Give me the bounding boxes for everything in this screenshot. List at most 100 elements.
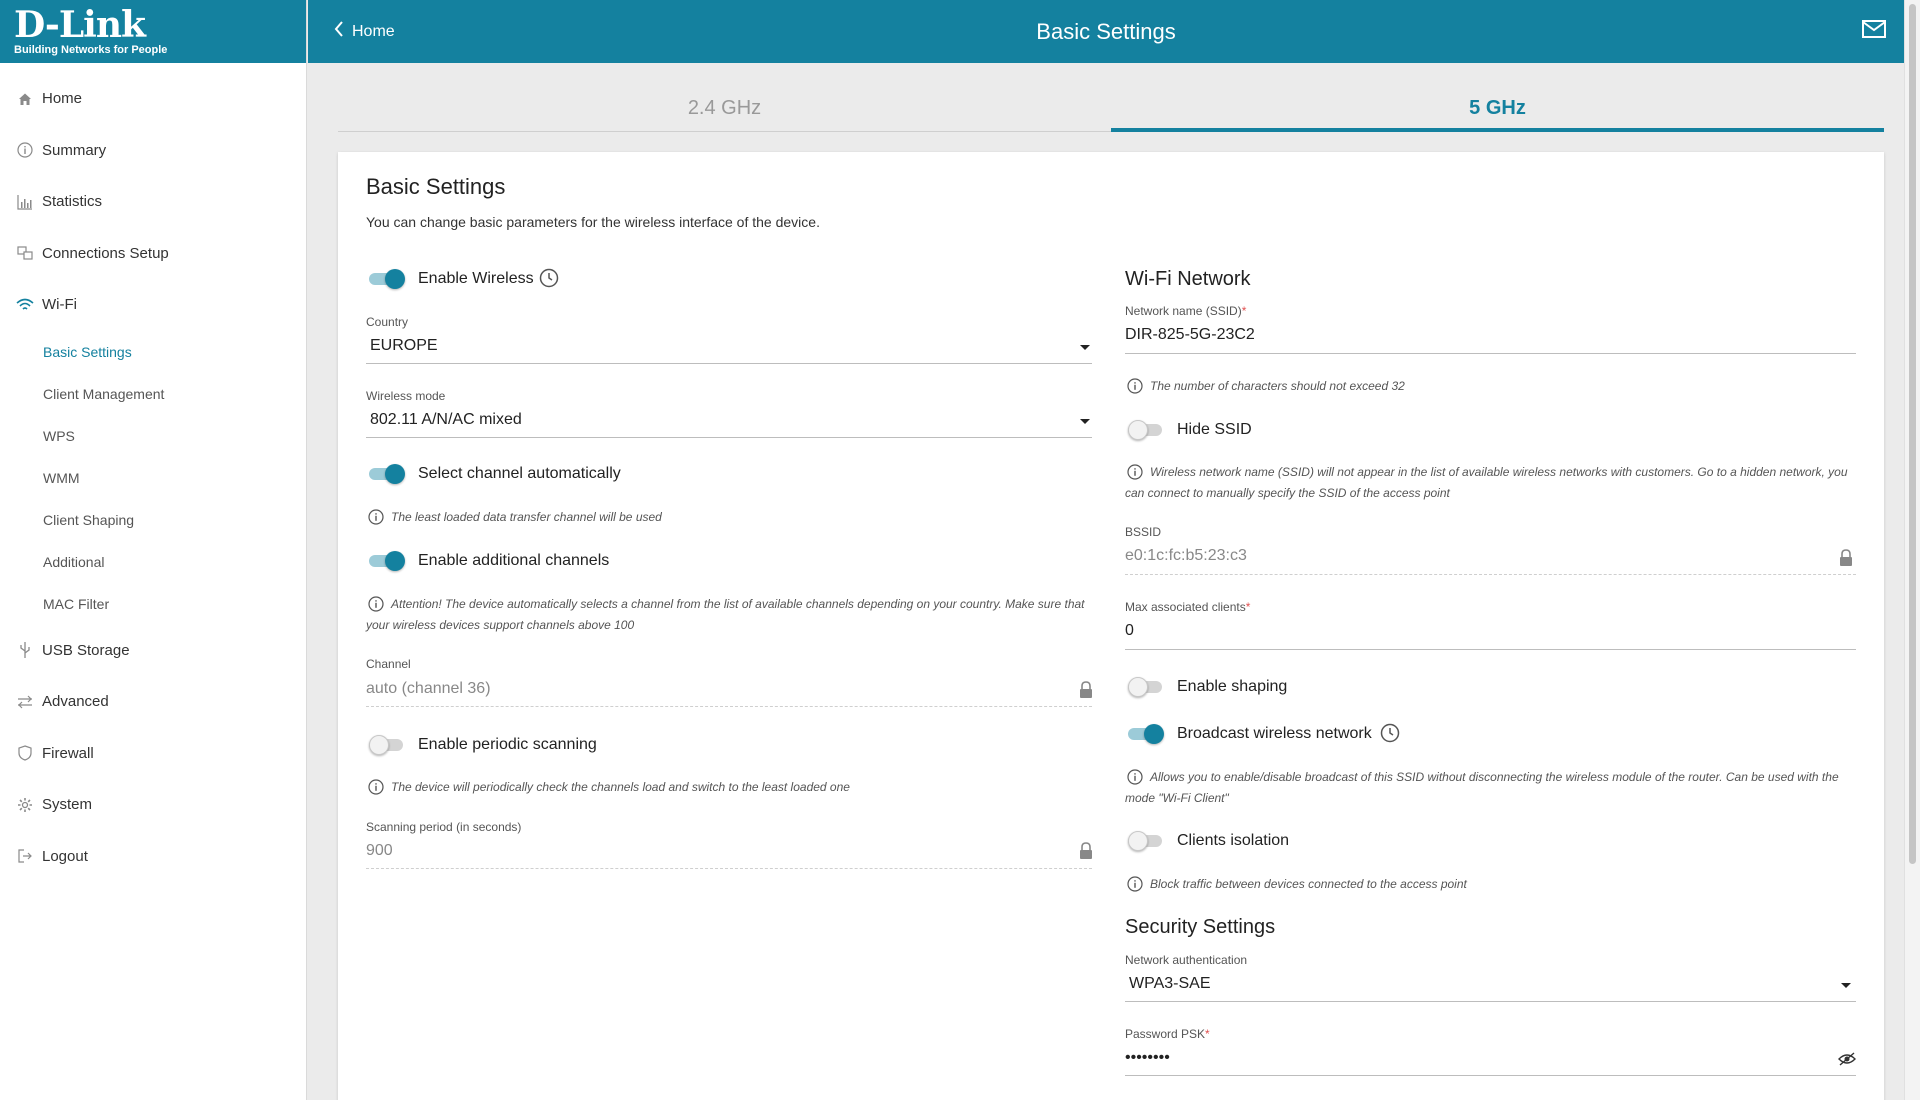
channel-underline [366,706,1092,707]
additional-channels-label: Enable additional channels [418,552,610,569]
info-icon [1127,876,1143,892]
required-mark: * [1205,1027,1210,1041]
toggle-knob [1128,677,1148,697]
auth-underline [1125,1001,1856,1002]
additional-channels-hint-line2: your wireless devices support channels a… [366,618,635,632]
bssid-underline [1125,574,1856,575]
info-icon [1127,378,1143,394]
bssid-field: e0:1c:fc:b5:23:c3 [1125,547,1247,564]
ssid-underline [1125,353,1856,354]
dlink-logo[interactable]: D-Link Building Networks for People [0,0,306,63]
wifi-network-title: Wi-Fi Network [1125,268,1251,290]
bssid-label: BSSID [1125,525,1162,539]
chevron-down-icon[interactable] [1841,983,1851,988]
logo-text: D-Link [14,4,146,46]
required-mark: * [1245,600,1251,614]
psk-input[interactable]: •••••••• [1125,1049,1170,1067]
chevron-down-icon[interactable] [1080,419,1090,424]
max-clients-input[interactable]: 0 [1125,622,1134,640]
card-description: You can change basic parameters for the … [366,214,820,230]
psk-underline [1125,1075,1856,1076]
sidebar-item-label: USB Storage [42,641,130,659]
enable-shaping-toggle[interactable] [1128,677,1164,697]
auto-channel-toggle[interactable] [369,464,405,484]
ssid-input[interactable]: DIR-825-5G-23C2 [1125,326,1255,344]
tab-5ghz[interactable]: 5 GHz [1111,86,1884,132]
info-icon [368,596,384,612]
channel-label: Channel [366,657,411,671]
chevron-down-icon[interactable] [1080,345,1090,350]
sidebar-sub-wps[interactable]: WPS [0,415,306,457]
broadcast-toggle[interactable] [1128,724,1164,744]
lock-icon [1838,549,1854,567]
sidebar-sub-client-shaping[interactable]: Client Shaping [0,499,306,541]
toggle-knob [385,269,405,289]
info-icon [368,509,384,525]
scanning-period-label: Scanning period (in seconds) [366,820,522,834]
page-scrollbar[interactable] [1904,0,1920,1100]
lock-icon [1078,842,1094,860]
sidebar-item-connections-setup[interactable]: Connections Setup [0,228,306,280]
periodic-scanning-hint: The device will periodically check the c… [391,780,850,794]
mail-icon[interactable] [1862,20,1886,43]
auto-channel-label: Select channel automatically [418,465,621,482]
broadcast-hint-line1: Allows you to enable/disable broadcast o… [1150,770,1839,784]
sidebar-item-system[interactable]: System [0,779,306,831]
ssid-label-text: Network name (SSID) [1125,304,1242,318]
max-clients-underline [1125,649,1856,650]
toggle-knob [369,735,389,755]
country-label: Country [366,315,409,329]
home-icon [16,90,34,108]
logo-tagline: Building Networks for People [14,44,168,56]
sidebar-sub-basic-settings[interactable]: Basic Settings [0,331,306,373]
sidebar-nav: Home Summary Statistics Connections Setu… [0,73,306,882]
sidebar-item-label: Logout [42,847,88,865]
lock-icon [1078,681,1094,699]
toggle-knob [385,464,405,484]
auth-select[interactable]: WPA3-SAE [1129,975,1211,993]
clock-icon[interactable] [1380,723,1400,743]
sidebar-sub-additional[interactable]: Additional [0,541,306,583]
sidebar-item-usb-storage[interactable]: USB Storage [0,625,306,677]
sidebar-item-logout[interactable]: Logout [0,831,306,883]
hide-ssid-toggle[interactable] [1128,420,1164,440]
sidebar-item-advanced[interactable]: Advanced [0,676,306,728]
max-clients-label: Max associated clients* [1125,600,1250,614]
toggle-knob [1128,420,1148,440]
sidebar-item-statistics[interactable]: Statistics [0,176,306,228]
country-select[interactable]: EUROPE [370,337,438,355]
enable-wireless-toggle[interactable] [369,269,405,289]
wireless-mode-underline [366,437,1092,438]
page-title: Basic Settings [1036,19,1176,44]
toggle-knob [1144,724,1164,744]
eye-off-icon[interactable] [1838,1052,1856,1071]
country-underline [366,363,1092,364]
info-icon [16,141,34,159]
clock-icon[interactable] [539,268,559,288]
ssid-label: Network name (SSID)* [1125,304,1246,318]
additional-channels-hint-line1: Attention! The device automatically sele… [391,597,1085,611]
sidebar-sub-mac-filter[interactable]: MAC Filter [0,583,306,625]
sidebar-sub-client-management[interactable]: Client Management [0,373,306,415]
clients-isolation-toggle[interactable] [1128,831,1164,851]
sidebar-item-home[interactable]: Home [0,73,306,125]
clients-isolation-hint: Block traffic between devices connected … [1150,877,1467,891]
sidebar-item-wifi[interactable]: Wi-Fi [0,279,306,331]
scrollbar-thumb[interactable] [1909,4,1916,864]
card-title: Basic Settings [366,174,506,199]
clients-isolation-label: Clients isolation [1177,832,1290,849]
sidebar-item-label: Statistics [42,193,103,211]
ssid-hint: The number of characters should not exce… [1150,379,1405,393]
broadcast-label: Broadcast wireless network [1177,725,1372,742]
usb-icon [16,641,34,659]
tab-2-4ghz[interactable]: 2.4 GHz [338,86,1111,132]
sidebar-sub-wmm[interactable]: WMM [0,457,306,499]
toggle-knob [1128,831,1148,851]
additional-channels-toggle[interactable] [369,551,405,571]
sidebar-item-summary[interactable]: Summary [0,125,306,177]
sidebar-item-firewall[interactable]: Firewall [0,728,306,780]
enable-shaping-label: Enable shaping [1177,678,1288,695]
periodic-scanning-toggle[interactable] [369,735,405,755]
scanning-period-field: 900 [366,842,393,859]
wireless-mode-select[interactable]: 802.11 A/N/AC mixed [370,411,522,429]
